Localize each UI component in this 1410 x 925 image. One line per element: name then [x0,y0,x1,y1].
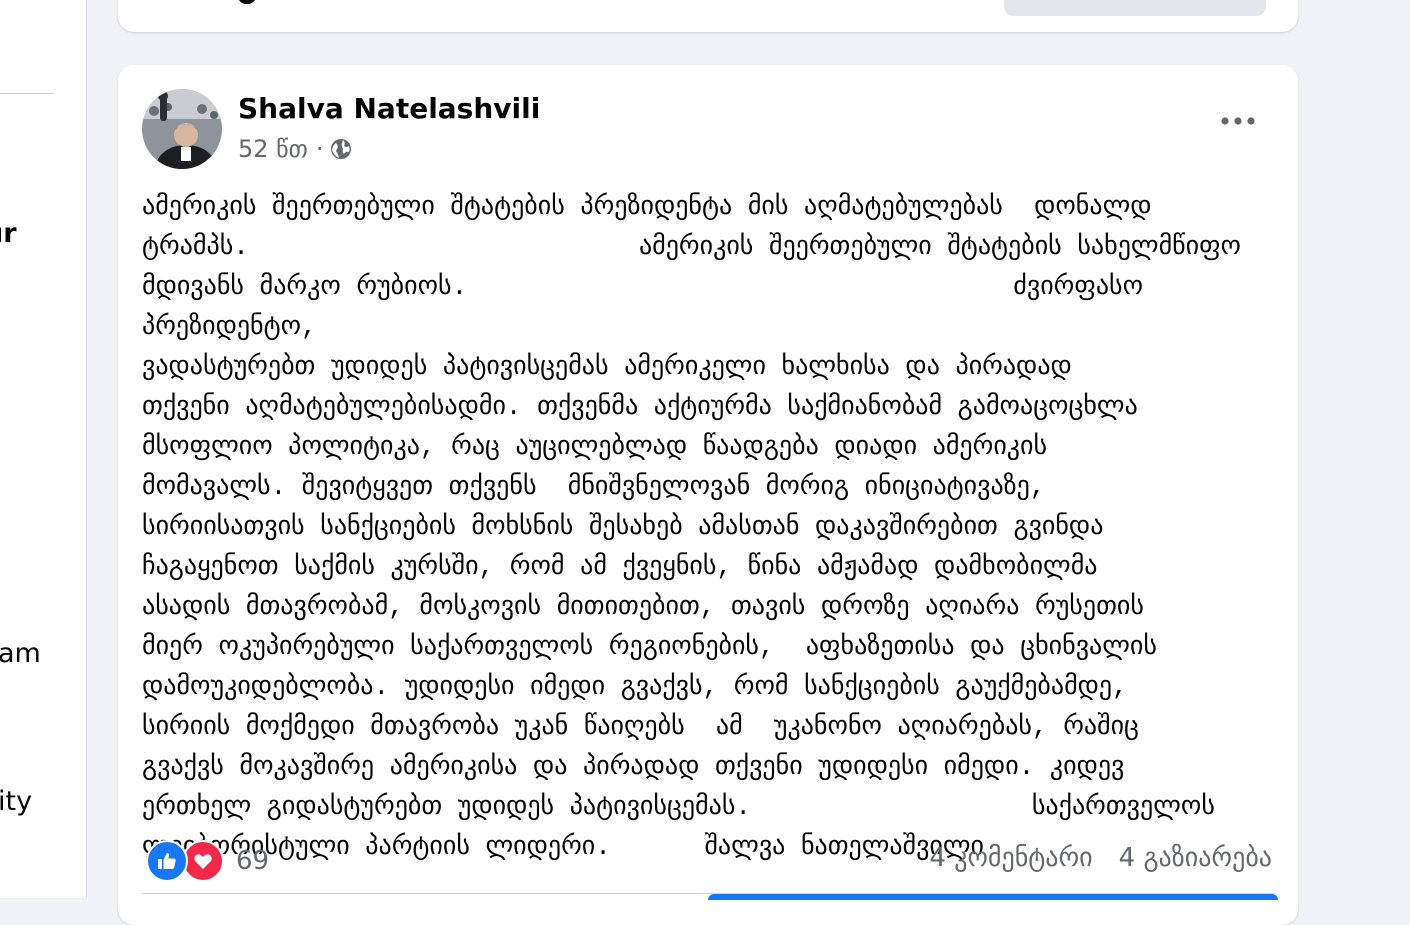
avatar-image [142,89,222,169]
post-meta: 52 წთ · [238,135,353,163]
previous-post-text-fragment [238,0,256,4]
reactions-summary[interactable]: 69 [146,840,269,882]
post-options-button[interactable] [1216,109,1260,133]
author-avatar[interactable] [142,89,222,169]
post-engagement-stats: 4 კომენტარი 4 გაზიარება [929,843,1272,873]
left-sidebar: ır am ity [0,0,87,898]
thumbs-up-icon [158,853,176,869]
sidebar-divider [0,93,54,94]
sidebar-item-fragment[interactable]: ity [0,786,32,817]
post-author-name[interactable]: Shalva Natelashvili [238,92,540,125]
focused-action-highlight[interactable] [708,894,1278,900]
sidebar-item-fragment[interactable]: am [0,638,41,669]
heart-icon [194,854,212,869]
previous-post-card [118,0,1298,32]
sidebar-item-fragment[interactable]: ır [0,218,17,249]
post-timestamp[interactable]: 52 წთ [238,135,308,163]
love-reaction-icon [182,840,224,882]
meta-separator: · [315,135,324,163]
like-reaction-icon [146,840,188,882]
more-options-icon [1221,117,1255,125]
globe-icon [331,139,352,159]
shares-count-link[interactable]: 4 გაზიარება [1119,843,1272,873]
comments-count-link[interactable]: 4 კომენტარი [929,843,1092,873]
post-body-text: ამერიკის შეერთებული შტატების პრეზიდენტა … [142,192,1241,862]
post-card: Shalva Natelashvili 52 წთ · ამერიკის შეე… [118,65,1298,925]
reaction-count: 69 [236,846,270,876]
previous-post-action-button[interactable] [1004,0,1266,16]
